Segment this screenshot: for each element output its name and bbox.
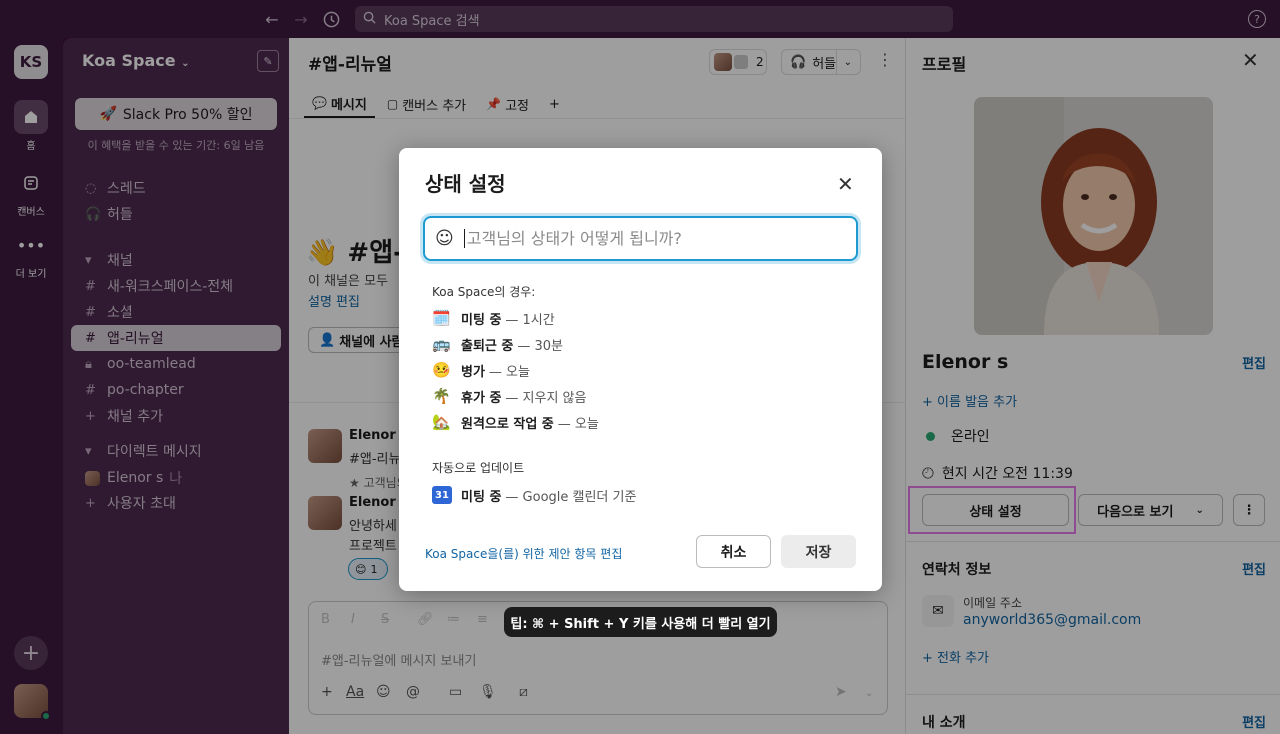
status-suggestion[interactable]: 🗓️ 미팅 중 — 1시간 — [432, 307, 555, 329]
suggestion-duration: — 30분 — [517, 338, 564, 354]
set-status-dialog: 상태 설정 ✕ ☺ Koa Space의 경우: 🗓️미팅 중— 1시간 🚌출퇴… — [399, 148, 882, 591]
suggestion-duration: — 오늘 — [557, 416, 599, 432]
suggestion-label: 병가 — [461, 364, 485, 380]
save-button[interactable]: 저장 — [781, 535, 856, 568]
dialog-title: 상태 설정 — [425, 172, 506, 196]
emoji-picker-icon[interactable]: ☺ — [435, 228, 454, 249]
auto-status-item[interactable]: 31 미팅 중 — Google 캘린더 기준 — [432, 484, 636, 506]
status-input-box[interactable]: ☺ — [423, 216, 858, 261]
bus-emoji-icon: 🚌 — [432, 335, 451, 353]
palm-tree-emoji-icon: 🌴 — [432, 387, 451, 405]
suggestion-label: 미팅 중 — [461, 489, 502, 505]
suggestion-duration: — 1시간 — [505, 312, 555, 328]
status-suggestion[interactable]: 🏡 원격으로 작업 중 — 오늘 — [432, 411, 599, 433]
suggestion-label: 출퇴근 중 — [461, 338, 514, 354]
close-icon[interactable]: ✕ — [837, 172, 854, 196]
sick-emoji-icon: 🤒 — [432, 361, 451, 379]
status-suggestion[interactable]: 🌴 휴가 중 — 지우지 않음 — [432, 385, 586, 407]
calendar-emoji-icon: 🗓️ — [432, 309, 451, 327]
house-emoji-icon: 🏡 — [432, 413, 451, 431]
status-suggestion[interactable]: 🚌 출퇴근 중 — 30분 — [432, 333, 563, 355]
cancel-button[interactable]: 취소 — [696, 535, 771, 568]
suggestion-label: 원격으로 작업 중 — [461, 416, 554, 432]
auto-update-header: 자동으로 업데이트 — [432, 461, 525, 475]
suggestion-label: 휴가 중 — [461, 390, 502, 406]
edit-suggestions-link[interactable]: Koa Space을(를) 위한 제안 항목 편집 — [425, 545, 622, 562]
suggestion-duration: — 지우지 않음 — [505, 390, 587, 406]
suggestion-duration: — Google 캘린더 기준 — [505, 489, 637, 505]
status-suggestion[interactable]: 🤒 병가 — 오늘 — [432, 359, 530, 381]
google-calendar-icon: 31 — [432, 486, 452, 504]
suggestion-label: 미팅 중 — [461, 312, 502, 328]
status-input[interactable] — [463, 229, 844, 248]
shortcut-tooltip: 팁: ⌘ + Shift + Y 키를 사용해 더 빨리 열기 — [504, 607, 777, 637]
suggestions-header: Koa Space의 경우: — [432, 285, 536, 299]
suggestion-duration: — 오늘 — [488, 364, 530, 380]
